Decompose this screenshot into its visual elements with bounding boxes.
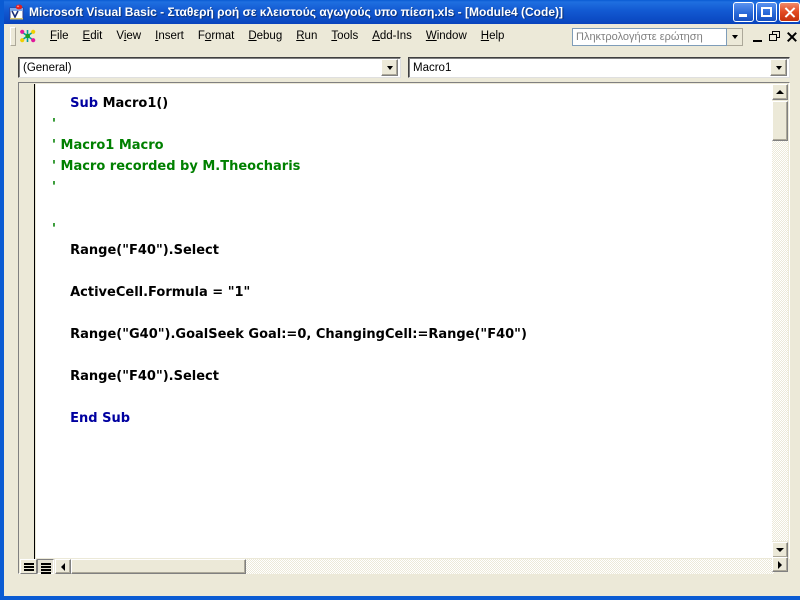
code-line: Sub Macro1() bbox=[52, 93, 527, 114]
scroll-left-button[interactable] bbox=[55, 559, 71, 574]
vertical-scrollbar-thumb[interactable] bbox=[772, 101, 788, 141]
menu-item-format[interactable]: Format bbox=[191, 27, 241, 46]
menu-item-add-ins[interactable]: Add-Ins bbox=[365, 27, 419, 46]
code-editor-surface[interactable]: Sub Macro1() ' ' Macro1 Macro ' Macro recor… bbox=[36, 84, 773, 558]
maximize-button[interactable] bbox=[756, 2, 777, 22]
code-window-combo-bar: (General) Macro1 bbox=[18, 57, 790, 78]
menu-item-window[interactable]: Window bbox=[419, 27, 474, 46]
procedure-view-button[interactable] bbox=[20, 559, 37, 574]
full-module-view-icon bbox=[41, 563, 51, 575]
menu-item-edit[interactable]: Edit bbox=[76, 27, 110, 46]
code-token: ' bbox=[52, 222, 56, 237]
code-token: Macro1() bbox=[102, 96, 169, 111]
caption-button-group bbox=[733, 2, 800, 22]
code-line: Range("F40").Select bbox=[52, 240, 527, 261]
triangle-down-icon bbox=[776, 548, 784, 552]
chevron-down-icon bbox=[731, 34, 738, 39]
menu-item-help[interactable]: Help bbox=[474, 27, 512, 46]
code-token: ' bbox=[52, 117, 56, 132]
chevron-down-icon bbox=[775, 65, 782, 70]
code-token: ' Macro1 Macro bbox=[52, 138, 164, 153]
procedure-view-icon bbox=[24, 563, 34, 572]
procedure-combo-box[interactable]: Macro1 bbox=[408, 57, 790, 78]
code-token: ' Macro recorded by M.Theocharis bbox=[52, 159, 301, 174]
horizontal-scrollbar[interactable] bbox=[55, 559, 774, 574]
code-line: Range("G40").GoalSeek Goal:=0, ChangingC… bbox=[52, 324, 527, 345]
code-token: ActiveCell.Formula = "1" bbox=[70, 285, 251, 300]
vba-project-icon bbox=[19, 28, 37, 45]
object-combo-box[interactable]: (General) bbox=[18, 57, 401, 78]
code-line: ActiveCell.Formula = "1" bbox=[52, 282, 527, 303]
menu-item-tools[interactable]: Tools bbox=[324, 27, 365, 46]
code-token: ' bbox=[52, 180, 56, 195]
menu-item-debug[interactable]: Debug bbox=[241, 27, 289, 46]
procedure-combo-value: Macro1 bbox=[413, 61, 452, 74]
mdi-client-area: (General) Macro1 Sub Macro1() ' ' Macro1… bbox=[8, 49, 800, 596]
code-line: End Sub bbox=[52, 408, 527, 429]
triangle-up-icon bbox=[776, 90, 784, 94]
menu-item-run[interactable]: Run bbox=[289, 27, 324, 46]
procedure-combo-dropdown-icon[interactable] bbox=[770, 59, 787, 76]
code-text: Sub Macro1() ' ' Macro1 Macro ' Macro recor… bbox=[52, 93, 527, 429]
mdi-close-button[interactable] bbox=[784, 29, 800, 45]
code-token: Sub bbox=[70, 96, 103, 111]
close-button[interactable] bbox=[779, 2, 800, 22]
vertical-scrollbar-track[interactable] bbox=[772, 101, 788, 541]
menu-drag-handle[interactable] bbox=[10, 27, 16, 46]
code-token: End Sub bbox=[70, 411, 130, 426]
mdi-restore-button[interactable] bbox=[767, 29, 783, 45]
object-combo-value: (General) bbox=[23, 61, 72, 74]
full-module-view-button[interactable] bbox=[37, 559, 54, 574]
code-line: Range("F40").Select bbox=[52, 366, 527, 387]
scroll-up-button[interactable] bbox=[772, 84, 788, 100]
application-window: Microsoft Visual Basic - Σταθερή ροή σε … bbox=[0, 0, 800, 600]
minimize-button[interactable] bbox=[733, 2, 754, 22]
code-token: Range("F40").Select bbox=[70, 369, 219, 384]
code-window: (General) Macro1 Sub Macro1() ' ' Macro1… bbox=[8, 49, 800, 596]
title-bar: Microsoft Visual Basic - Σταθερή ροή σε … bbox=[4, 0, 800, 24]
code-line: ' bbox=[52, 114, 527, 135]
triangle-left-icon bbox=[61, 562, 65, 571]
window-title: Microsoft Visual Basic - Σταθερή ροή σε … bbox=[29, 5, 563, 19]
code-token: Range("F40").Select bbox=[70, 243, 219, 258]
triangle-right-icon bbox=[778, 560, 782, 569]
code-token: Range("G40").GoalSeek Goal:=0, ChangingC… bbox=[70, 327, 527, 342]
menu-item-insert[interactable]: Insert bbox=[148, 27, 191, 46]
code-line: ' bbox=[52, 177, 527, 198]
scroll-right-button[interactable] bbox=[772, 557, 788, 572]
menu-bar: File Edit View Insert Format Debug Run T… bbox=[8, 24, 800, 49]
scroll-down-button[interactable] bbox=[772, 542, 788, 558]
code-line: ' bbox=[52, 219, 527, 240]
chevron-down-icon bbox=[386, 65, 393, 70]
menu-item-file[interactable]: File bbox=[43, 27, 76, 46]
margin-indicator-bar[interactable] bbox=[20, 84, 35, 574]
code-line: ' Macro recorded by M.Theocharis bbox=[52, 156, 527, 177]
code-line: ' Macro1 Macro bbox=[52, 135, 527, 156]
visual-basic-icon bbox=[8, 3, 26, 21]
object-combo-dropdown-icon[interactable] bbox=[381, 59, 398, 76]
ask-a-question-dropdown-icon[interactable] bbox=[727, 27, 743, 46]
menu-item-view[interactable]: View bbox=[109, 27, 148, 46]
ask-a-question-input[interactable]: Πληκτρολογήστε ερώτηση bbox=[572, 27, 727, 46]
code-editor-frame: Sub Macro1() ' ' Macro1 Macro ' Macro recor… bbox=[18, 82, 790, 574]
code-window-bottom-bar bbox=[20, 559, 790, 574]
vertical-scrollbar[interactable] bbox=[772, 84, 788, 558]
horizontal-scrollbar-thumb[interactable] bbox=[71, 559, 246, 574]
mdi-minimize-button[interactable] bbox=[750, 29, 766, 45]
